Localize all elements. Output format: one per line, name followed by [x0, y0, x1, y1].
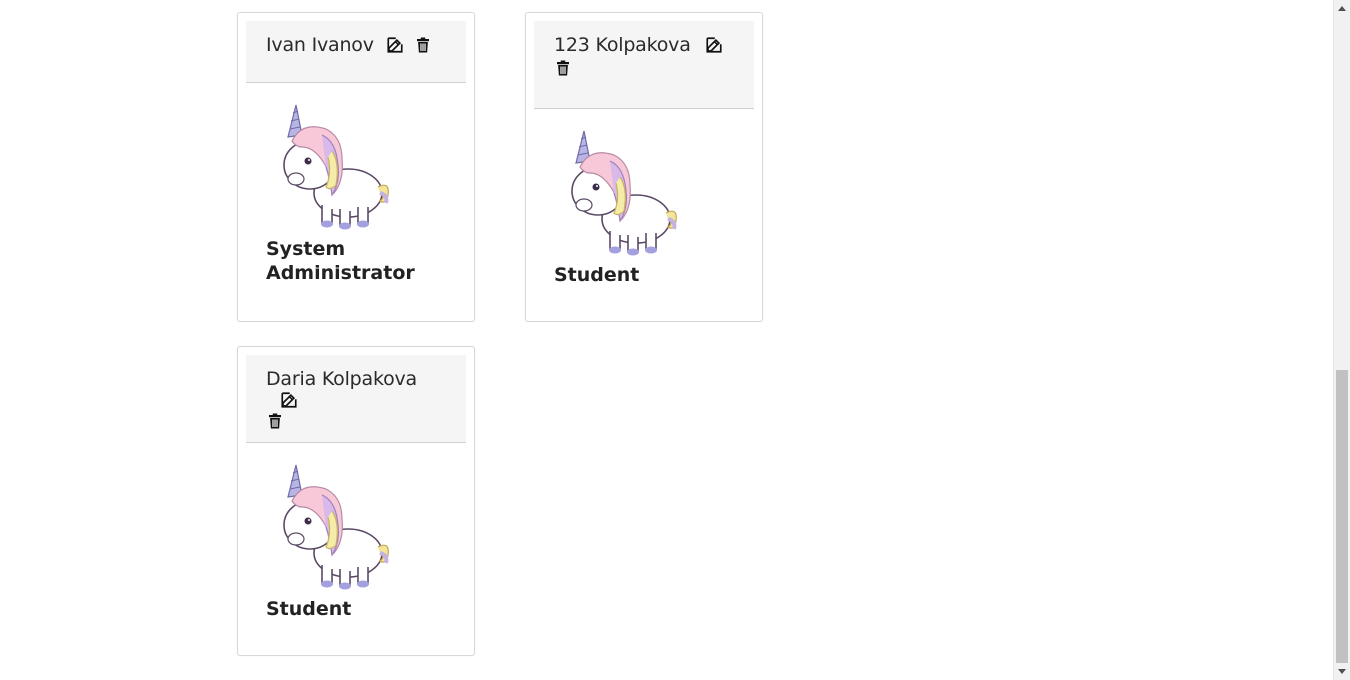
user-role: Student: [554, 264, 640, 286]
user-name: Daria Kolpakova: [266, 368, 418, 390]
card-header: Ivan Ivanov: [246, 21, 466, 83]
user-role: System Administrator: [266, 238, 415, 284]
scroll-down-arrow-icon[interactable]: [1338, 669, 1346, 674]
edit-icon[interactable]: [386, 36, 404, 54]
user-card: Daria Kolpakova Student: [237, 346, 475, 656]
scroll-up-arrow-icon[interactable]: [1338, 6, 1346, 11]
trash-icon[interactable]: [266, 412, 284, 430]
user-role: Student: [266, 598, 352, 620]
unicorn-avatar: [278, 101, 398, 231]
edit-icon[interactable]: [280, 391, 298, 409]
unicorn-avatar: [278, 461, 398, 591]
edit-icon[interactable]: [705, 36, 723, 54]
card-header: Daria Kolpakova: [246, 355, 466, 443]
trash-icon[interactable]: [414, 36, 432, 54]
user-card: Ivan Ivanov System Administrator: [237, 12, 475, 322]
user-name: Ivan Ivanov: [266, 34, 374, 56]
scrollbar-thumb[interactable]: [1336, 370, 1348, 663]
vertical-scrollbar[interactable]: [1333, 0, 1350, 680]
user-name: 123 Kolpakova: [554, 34, 691, 56]
user-card: 123 Kolpakova Student: [525, 12, 763, 322]
card-header: 123 Kolpakova: [534, 21, 754, 109]
unicorn-avatar: [566, 127, 686, 257]
trash-icon[interactable]: [554, 59, 572, 77]
